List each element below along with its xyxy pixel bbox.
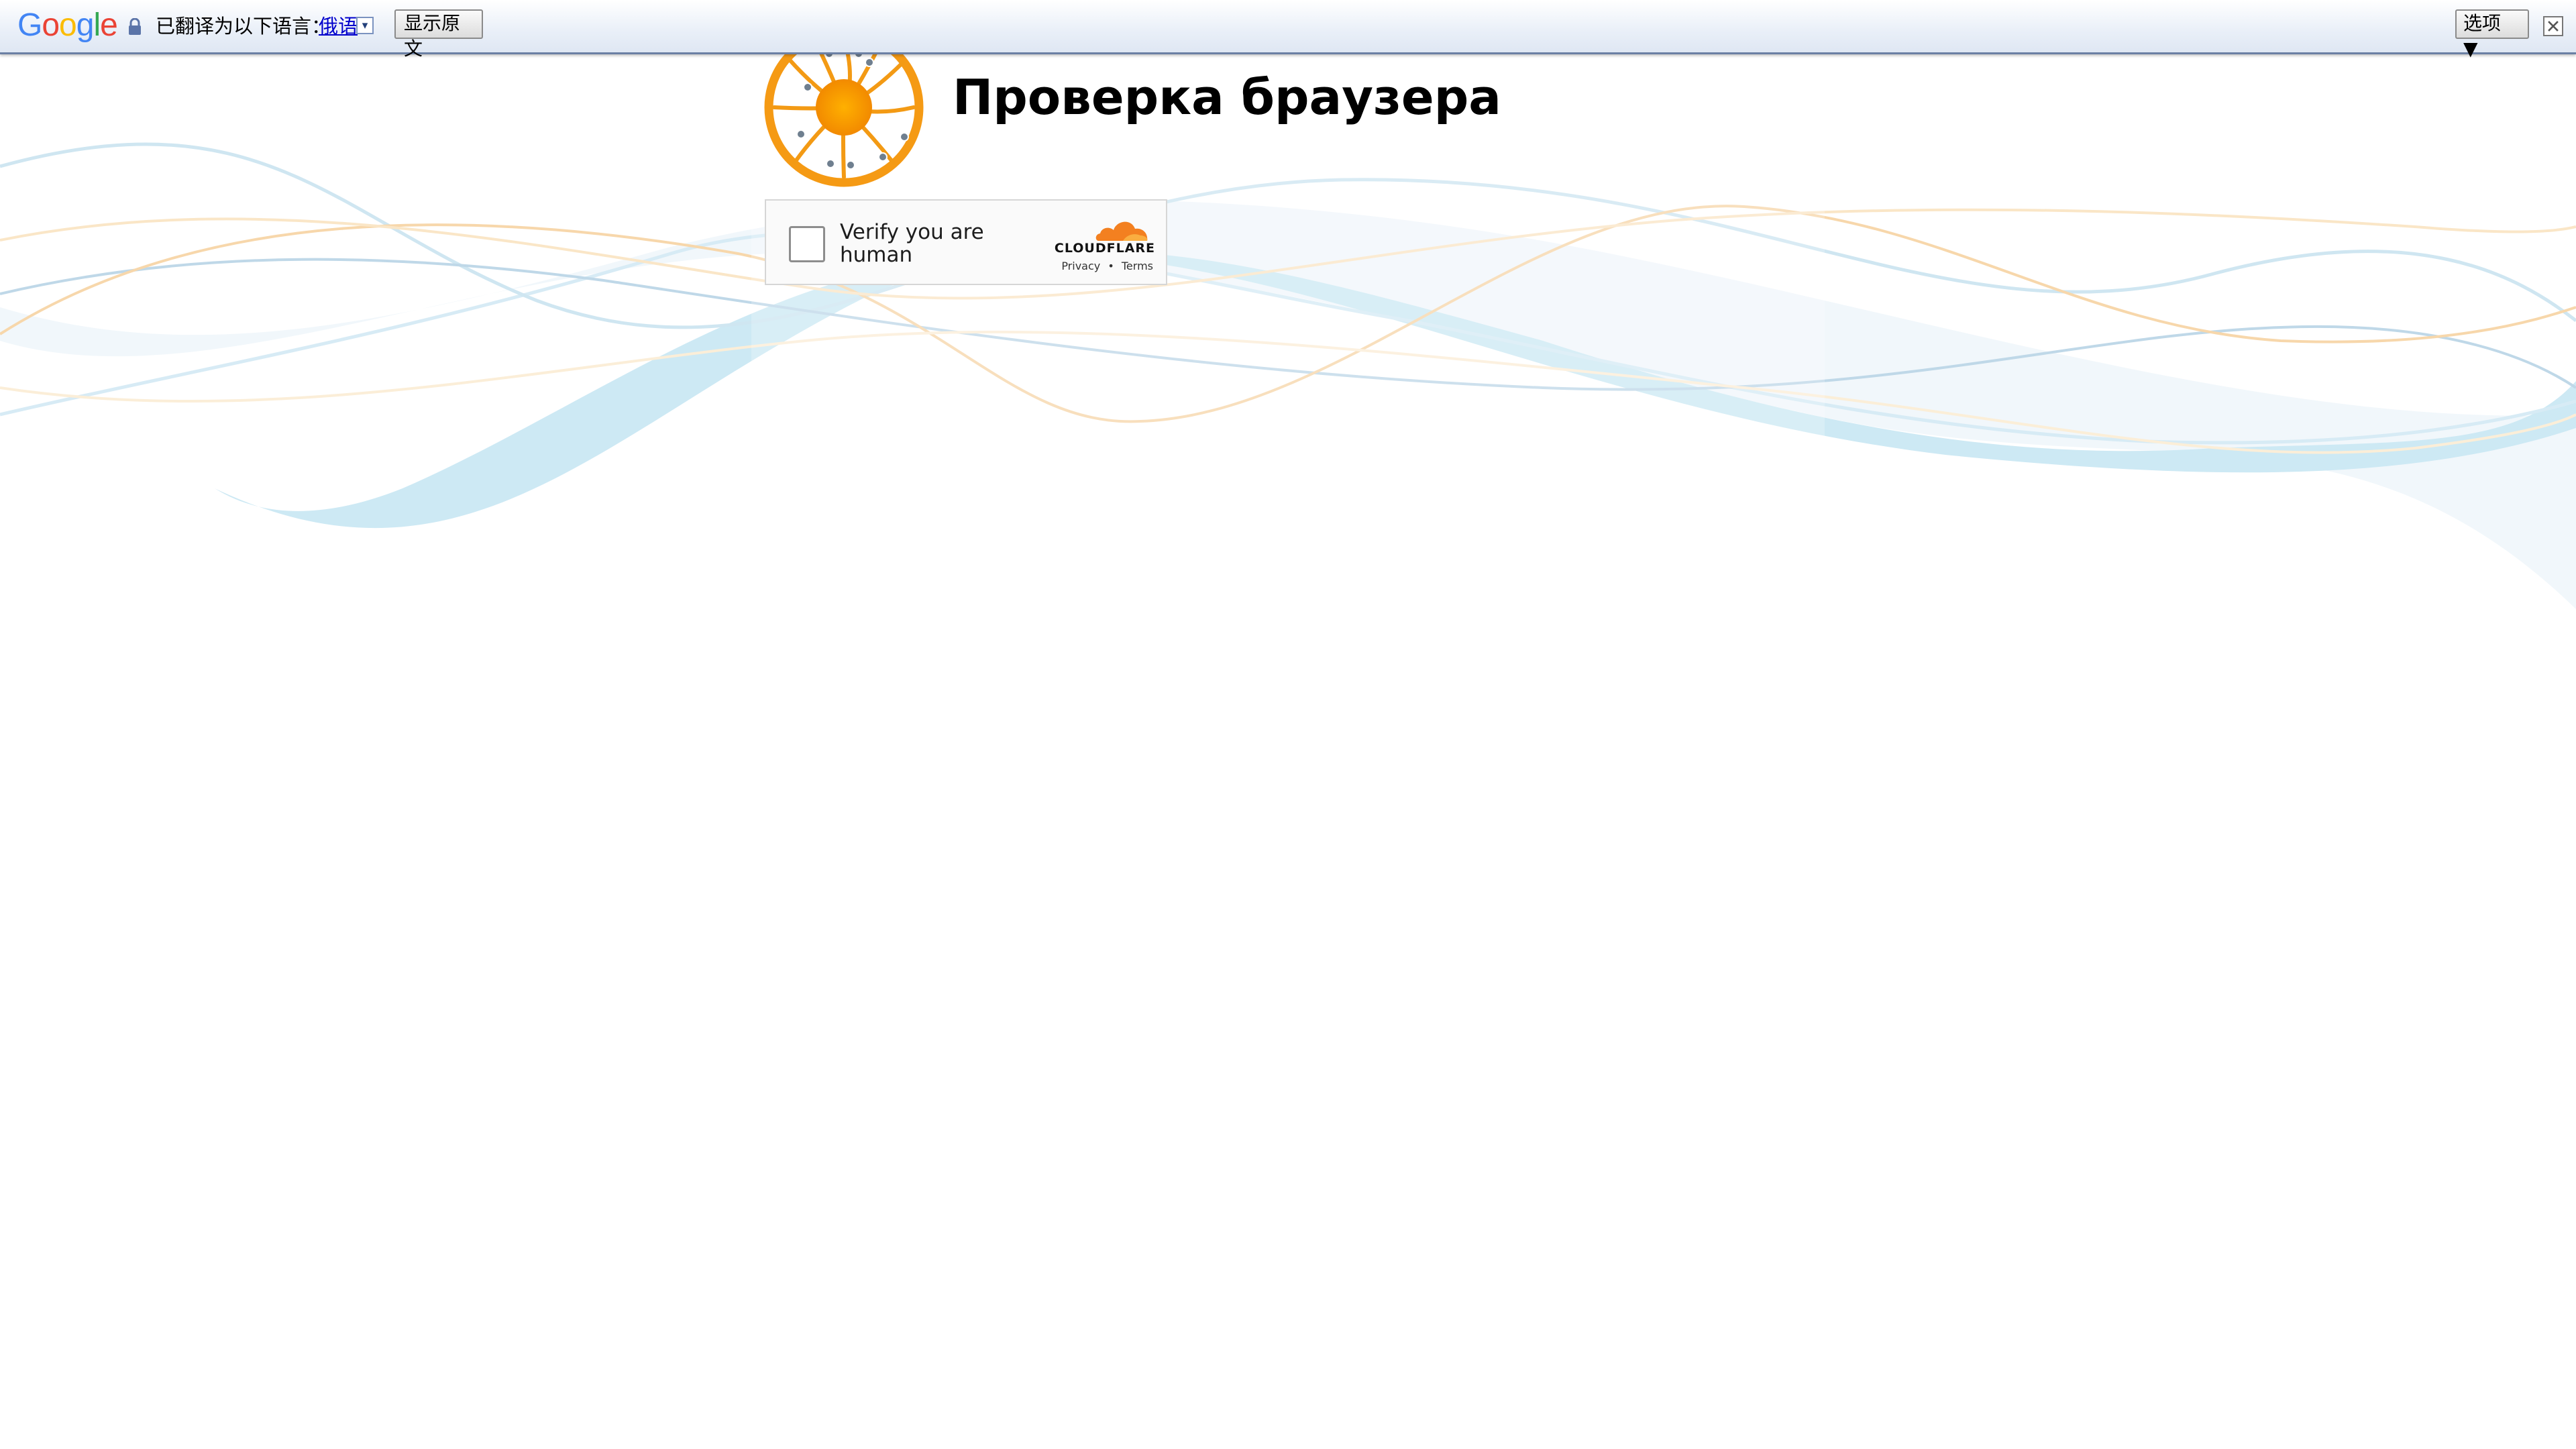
page: Google 已翻译为以下语言： 俄语 ▾ 显示原文 选项 ▼ Проверка…	[0, 0, 2576, 1449]
verify-checkbox[interactable]	[789, 226, 825, 262]
google-logo: Google	[17, 7, 118, 43]
translated-to-label: 已翻译为以下语言：	[156, 15, 331, 38]
cloudflare-brand: CLOUDFLARE	[1054, 241, 1155, 256]
lock-icon	[129, 18, 141, 35]
target-language-link[interactable]: 俄语	[319, 13, 358, 39]
privacy-link[interactable]: Privacy	[1061, 260, 1100, 272]
verify-label: Verify you are human	[840, 220, 984, 267]
language-dropdown-icon[interactable]: ▾	[356, 17, 374, 34]
page-title: Проверка браузера	[953, 69, 1501, 125]
cloudflare-links: Privacy • Terms	[1021, 260, 1155, 272]
cloudflare-captcha-widget: Verify you are human CLOUDFLARE Privacy …	[765, 199, 1167, 285]
cloudflare-cloud-icon	[1095, 221, 1148, 241]
close-icon[interactable]	[2543, 16, 2563, 36]
terms-link[interactable]: Terms	[1122, 260, 1153, 272]
translate-bar: Google 已翻译为以下语言： 俄语 ▾ 显示原文 选项 ▼	[0, 0, 2576, 60]
link-separator: •	[1108, 260, 1114, 272]
options-button[interactable]: 选项 ▼	[2455, 9, 2529, 60]
show-original-button[interactable]: 显示原文	[394, 9, 483, 60]
